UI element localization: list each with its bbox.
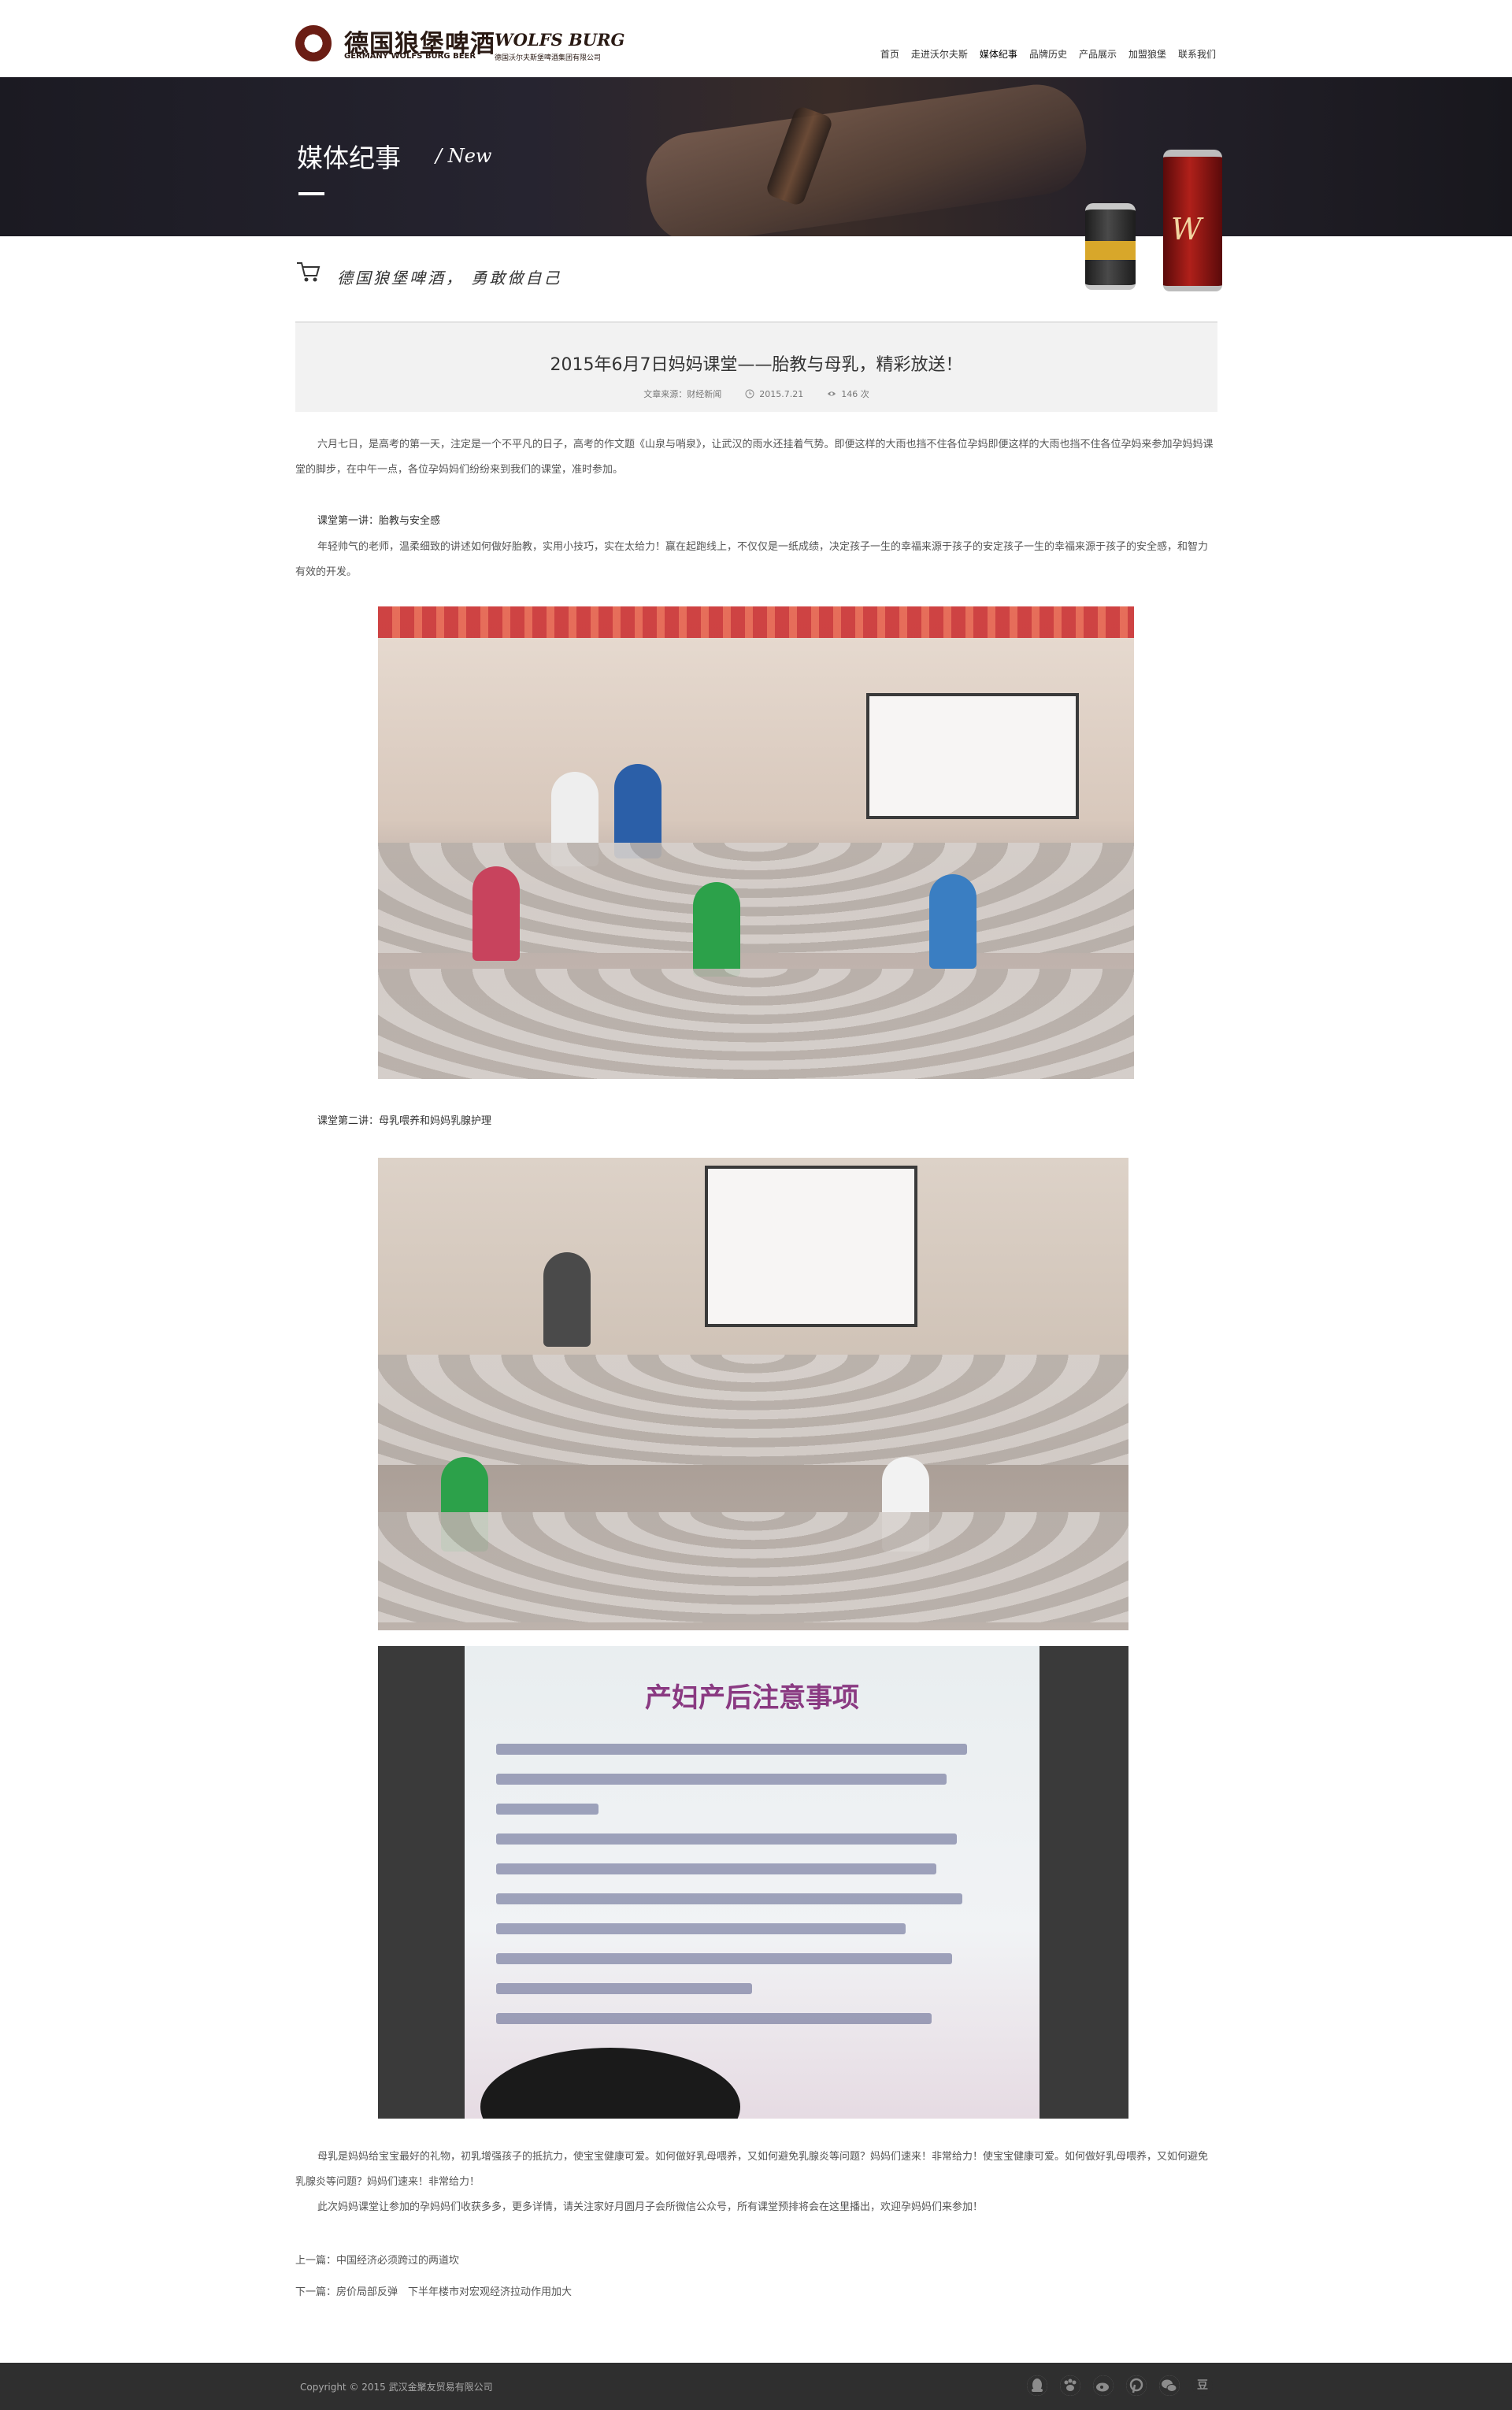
projector-screen-2 (705, 1166, 917, 1327)
beer-can-red-image: W (1163, 150, 1222, 291)
weibo-icon[interactable] (1093, 2375, 1114, 2396)
site-footer: Copyright © 2015 武汉金聚友贸易有限公司 豆 (0, 2363, 1512, 2410)
article-paragraph-intro: 六月七日，是高考的第一天，注定是一个不平凡的日子，高考的作文题《山泉与哨泉》，让… (295, 439, 1214, 476)
article-paragraph-closing-1: 母乳是妈妈给宝宝最好的礼物，初乳增强孩子的抵抗力，使宝宝健康可爱。如何做好乳母喂… (295, 2151, 1209, 2188)
banner-title: 媒体纪事 (297, 143, 401, 173)
nav-item-about[interactable]: 走进沃尔夫斯 (911, 47, 968, 61)
article-views: 146 次 (827, 387, 869, 400)
lesson2-slide-photo: 产妇产后注意事项 (378, 1646, 1128, 2119)
banner-subtitle: / New (435, 145, 492, 167)
nav-item-media[interactable]: 媒体纪事 (980, 47, 1017, 61)
brand-company-cn: 德国沃尔夫斯堡啤酒集团有限公司 (495, 54, 602, 62)
cart-icon (297, 262, 321, 282)
brand-tagline-en: GERMANY WOLFS BURG BEER (344, 52, 476, 61)
main-nav: 首页 走进沃尔夫斯 媒体纪事 品牌历史 产品展示 加盟狼堡 联系我们 (880, 47, 1216, 61)
next-article-link[interactable]: 房价局部反弹 下半年楼市对宏观经济拉动作用加大 (336, 2286, 572, 2298)
brand-name-latin: WOLFS BURG (495, 30, 625, 50)
copyright-text: Copyright © 2015 武汉金聚友贸易有限公司 (300, 2382, 493, 2393)
prev-article-link[interactable]: 中国经济必须跨过的两道坎 (336, 2255, 459, 2267)
article-header: 2015年6月7日妈妈课堂——胎教与母乳，精彩放送！ 文章来源：财经新闻 201… (295, 321, 1217, 412)
article-meta: 文章来源：财经新闻 2015.7.21 146 次 (295, 387, 1217, 400)
paw-icon[interactable] (1060, 2375, 1080, 2396)
article-title: 2015年6月7日妈妈课堂——胎教与母乳，精彩放送！ (550, 355, 963, 375)
lesson2-title: 课堂第二讲：母乳喂养和妈妈乳腺护理 (317, 1115, 492, 1127)
projector-screen (866, 693, 1079, 819)
social-links: 豆 (1027, 2375, 1213, 2396)
wechat-icon[interactable] (1159, 2375, 1180, 2396)
qq-icon[interactable] (1027, 2375, 1047, 2396)
brand-slogan: 德国狼堡啤酒， 勇敢做自己 (337, 269, 562, 287)
pinterest-icon[interactable] (1126, 2375, 1147, 2396)
lesson1-title: 课堂第一讲：胎教与安全感 (317, 515, 441, 527)
nav-item-contact[interactable]: 联系我们 (1178, 47, 1216, 61)
article-source: 文章来源：财经新闻 (643, 389, 722, 399)
banner-divider (298, 192, 324, 195)
brand-logo[interactable]: 德国狼堡啤酒 WOLFS BURG GERMANY WOLFS BURG BEE… (295, 24, 624, 65)
douban-icon[interactable]: 豆 (1192, 2375, 1213, 2396)
next-article: 下一篇：房价局部反弹 下半年楼市对宏观经济拉动作用加大 (295, 2286, 573, 2298)
prev-article: 上一篇：中国经济必须跨过的两道坎 (295, 2255, 460, 2267)
clock-icon (745, 389, 754, 399)
lesson1-photo (378, 606, 1134, 1079)
slide-title: 产妇产后注意事项 (645, 1682, 859, 1714)
article-date: 2015.7.21 (745, 387, 803, 400)
nav-item-products[interactable]: 产品展示 (1079, 47, 1117, 61)
slide-board: 产妇产后注意事项 (465, 1646, 1040, 2119)
nav-item-history[interactable]: 品牌历史 (1029, 47, 1067, 61)
nav-item-franchise[interactable]: 加盟狼堡 (1128, 47, 1166, 61)
brand-emblem-icon (295, 25, 332, 61)
banner-photo-arm (639, 78, 1093, 236)
page-banner: 媒体纪事 / New (0, 77, 1512, 236)
article-paragraph-closing-2: 此次妈妈课堂让参加的孕妈妈们收获多多，更多详情，请关注家好月圆月子会所微信公众号… (317, 2201, 984, 2213)
lesson1-body: 年轻帅气的老师，温柔细致的讲述如何做好胎教，实用小技巧，实在太给力！赢在起跑线上… (295, 541, 1209, 578)
site-header: 德国狼堡啤酒 WOLFS BURG GERMANY WOLFS BURG BEE… (0, 0, 1512, 77)
nav-item-home[interactable]: 首页 (880, 47, 899, 61)
eye-icon (828, 391, 836, 396)
lesson2-photo (378, 1158, 1128, 1630)
beer-can-dark-image (1085, 203, 1136, 290)
